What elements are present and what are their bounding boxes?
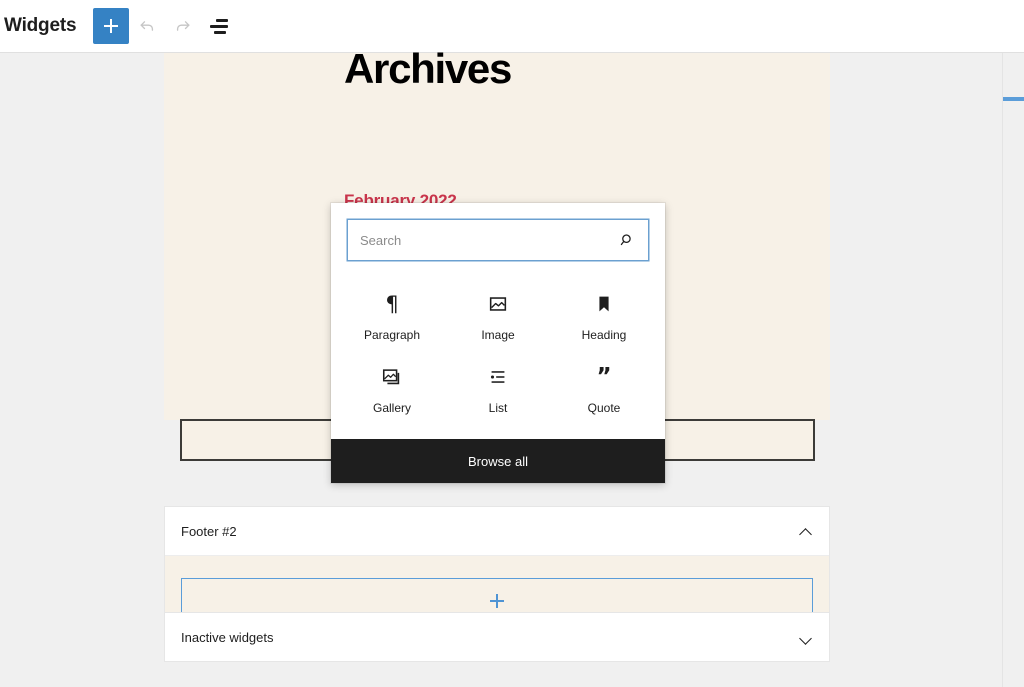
- block-item-label: Heading: [582, 328, 627, 342]
- app-header: Widgets: [0, 0, 1024, 53]
- block-item-label: Image: [481, 328, 514, 342]
- block-item-paragraph[interactable]: ¶ Paragraph: [339, 277, 445, 350]
- block-item-quote[interactable]: ” Quote: [551, 350, 657, 423]
- widget-area-inactive-header[interactable]: Inactive widgets: [165, 613, 829, 661]
- search-field-wrapper[interactable]: [347, 219, 649, 261]
- redo-button[interactable]: [165, 8, 201, 44]
- block-item-label: Gallery: [373, 401, 411, 415]
- block-item-gallery[interactable]: Gallery: [339, 350, 445, 423]
- block-inserter-popover: ¶ Paragraph Image: [331, 203, 665, 483]
- widget-area-title: Footer #2: [181, 524, 237, 539]
- heading-icon: [593, 291, 615, 317]
- paragraph-icon: ¶: [385, 291, 398, 317]
- image-icon: [487, 291, 509, 317]
- list-view-button[interactable]: [201, 8, 237, 44]
- undo-icon: [137, 16, 157, 36]
- redo-icon: [173, 16, 193, 36]
- editor-toolbar: [93, 8, 237, 44]
- search-input[interactable]: [348, 233, 619, 248]
- browse-all-button[interactable]: Browse all: [331, 439, 665, 483]
- gallery-icon: [381, 364, 403, 390]
- list-icon: [487, 364, 509, 390]
- block-type-grid: ¶ Paragraph Image: [331, 271, 665, 439]
- archives-heading: Archives: [344, 47, 511, 91]
- block-item-label: Paragraph: [364, 328, 420, 342]
- plus-icon: [490, 594, 504, 608]
- widget-area-inactive: Inactive widgets: [164, 612, 830, 662]
- chevron-down-icon[interactable]: [800, 631, 813, 644]
- list-view-icon: [210, 19, 228, 34]
- block-item-label: Quote: [588, 401, 621, 415]
- block-item-image[interactable]: Image: [445, 277, 551, 350]
- block-item-label: List: [489, 401, 508, 415]
- undo-button[interactable]: [129, 8, 165, 44]
- plus-icon: [103, 18, 119, 34]
- quote-icon: ”: [596, 364, 611, 390]
- add-block-button[interactable]: [93, 8, 129, 44]
- block-item-heading[interactable]: Heading: [551, 277, 657, 350]
- page-title: Widgets: [4, 15, 76, 37]
- canvas-right-divider: [1002, 53, 1003, 687]
- search-icon: [619, 232, 636, 249]
- widget-area-title: Inactive widgets: [181, 630, 274, 645]
- editor-canvas: Archives February 2022 Categories Uncate…: [0, 53, 1024, 687]
- widget-area-footer-2-header[interactable]: Footer #2: [165, 507, 829, 555]
- block-item-list[interactable]: List: [445, 350, 551, 423]
- chevron-up-icon[interactable]: [800, 525, 813, 538]
- inserter-search-section: [331, 203, 665, 271]
- scrollbar-thumb[interactable]: [1003, 97, 1024, 101]
